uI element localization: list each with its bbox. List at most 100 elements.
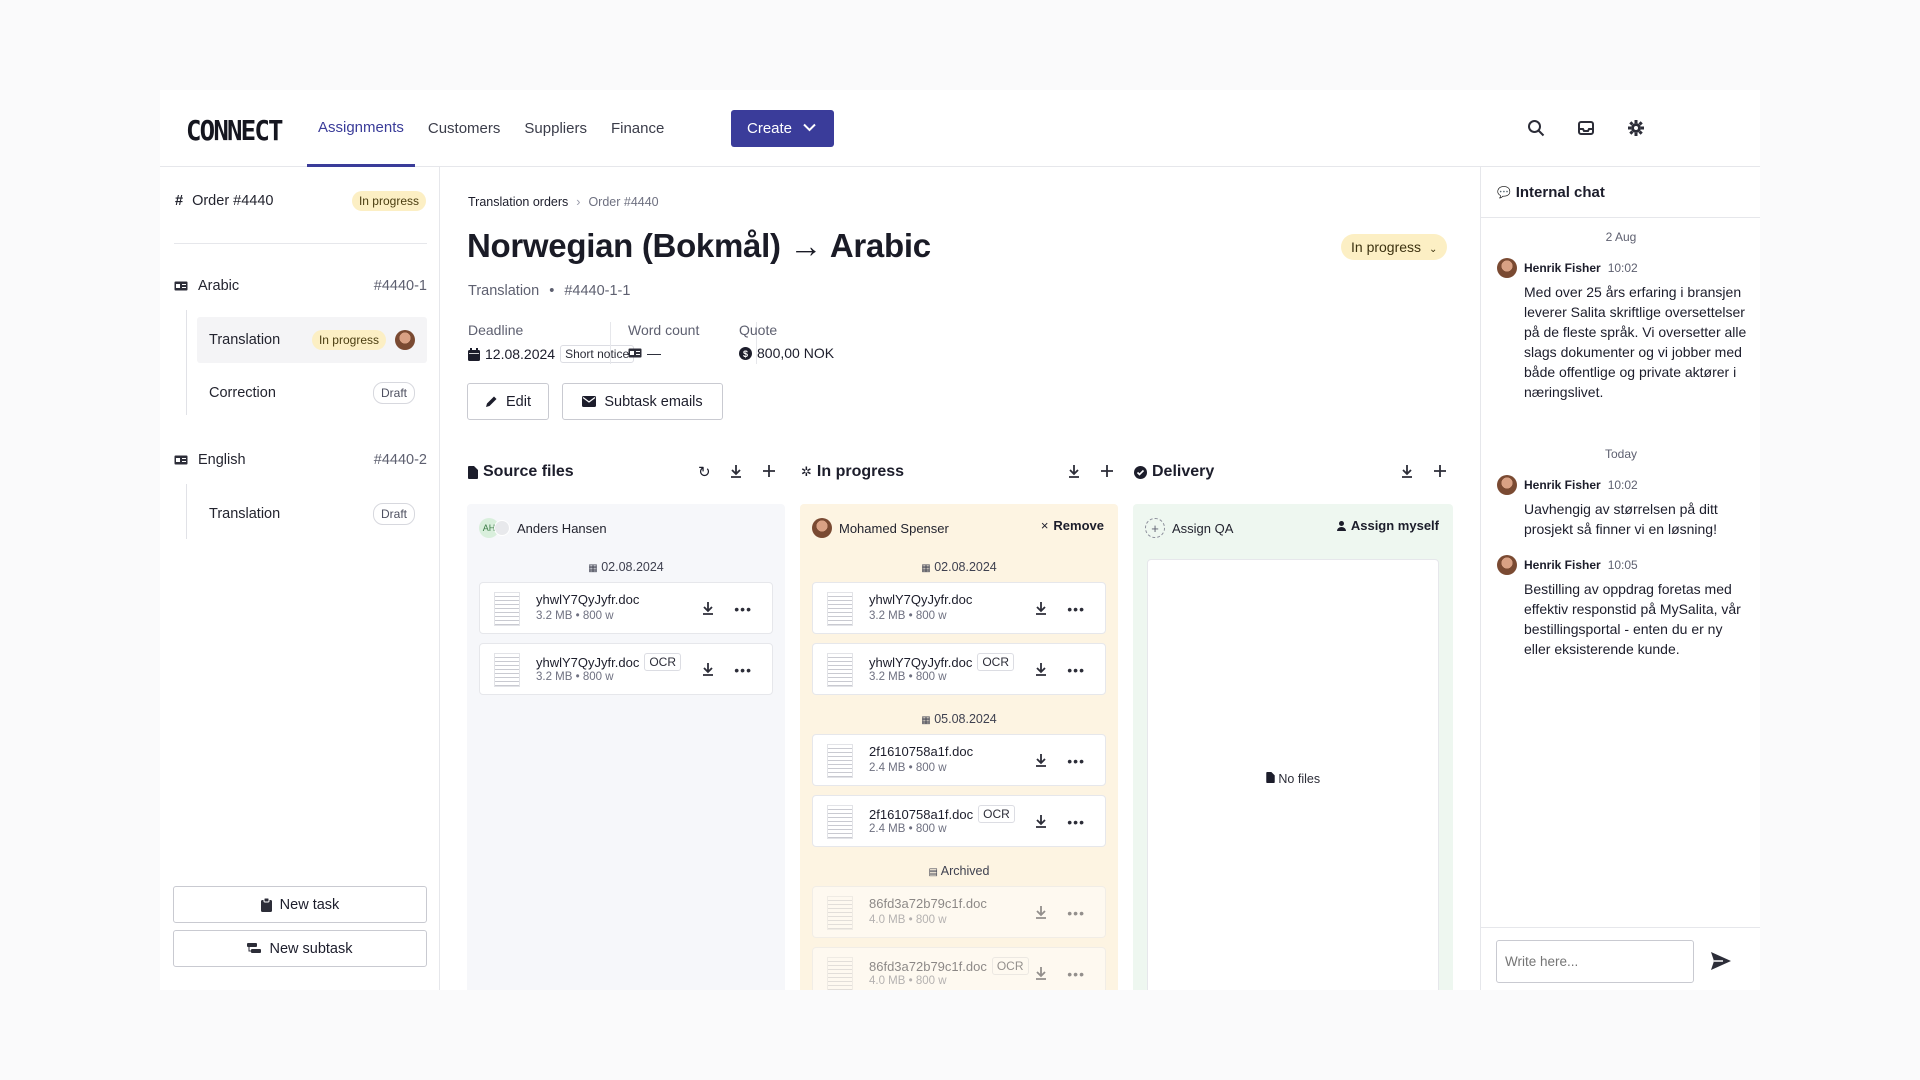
nav-assignments[interactable]: Assignments xyxy=(307,90,415,167)
file-name-text: yhwlY7QyJyfr.doc xyxy=(536,592,640,607)
sidebar-task-translation-active[interactable]: Translation In progress xyxy=(197,317,427,363)
file-name: 2f1610758a1f.doc OCR xyxy=(869,805,1015,823)
download-icon[interactable] xyxy=(1066,463,1082,479)
more-icon[interactable]: ••• xyxy=(734,662,752,678)
nav-finance[interactable]: Finance xyxy=(600,90,675,167)
task-status-badge: Draft xyxy=(372,503,415,525)
calendar-icon: ▦ xyxy=(921,563,931,574)
file-card[interactable]: yhwlY7QyJyfr.doc OCR 3.2 MB • 800 w ••• xyxy=(479,643,773,695)
plus-icon[interactable] xyxy=(761,463,777,479)
new-task-label: New task xyxy=(279,896,340,913)
more-icon[interactable]: ••• xyxy=(1067,601,1085,617)
file-card[interactable]: yhwlY7QyJyfr.doc 3.2 MB • 800 w ••• xyxy=(479,582,773,634)
inbox-icon[interactable] xyxy=(1577,119,1595,137)
plus-icon[interactable] xyxy=(1099,463,1115,479)
task-id: #4440-1-1 xyxy=(564,283,631,299)
gear-icon: ✲ xyxy=(801,464,812,479)
archive-icon: ▤ xyxy=(928,867,938,878)
divider xyxy=(610,322,611,364)
svg-text:$: $ xyxy=(743,349,748,359)
gear-icon[interactable] xyxy=(1627,119,1645,137)
more-icon[interactable]: ••• xyxy=(1067,814,1085,830)
edit-button[interactable]: Edit xyxy=(467,383,549,420)
file-card-archived[interactable]: 86fd3a72b79c1f.doc OCR 4.0 MB • 800 w ••• xyxy=(812,947,1106,990)
file-card[interactable]: 2f1610758a1f.doc 2.4 MB • 800 w ••• xyxy=(812,734,1106,786)
chat-bubbles-icon: 💬 xyxy=(1497,186,1511,199)
plus-icon[interactable] xyxy=(1432,463,1448,479)
quote-label: Quote xyxy=(739,322,778,338)
new-subtask-button[interactable]: New subtask xyxy=(173,930,427,967)
subtask-icon xyxy=(247,942,262,953)
order-status-badge: In progress xyxy=(351,191,426,211)
chat-message: Henrik Fisher 10:02 Uavhengig av størrels… xyxy=(1497,475,1747,539)
source-assignee[interactable]: AH Anders Hansen xyxy=(479,518,607,538)
message-author: Henrik Fisher xyxy=(1524,478,1601,492)
file-card[interactable]: 2f1610758a1f.doc OCR 2.4 MB • 800 w ••• xyxy=(812,795,1106,847)
sidebar-task-correction[interactable]: Correction Draft xyxy=(197,373,427,413)
chevron-right-icon: › xyxy=(576,195,581,209)
subtask-emails-button[interactable]: Subtask emails xyxy=(562,383,723,420)
chat-input[interactable] xyxy=(1496,940,1694,983)
nav-customers[interactable]: Customers xyxy=(417,90,512,167)
main-panel: Translation orders › Order #4440 Norwegian… xyxy=(441,167,1479,990)
task-status-badge: Draft xyxy=(372,382,415,404)
word-count-value: — xyxy=(628,345,661,361)
more-icon[interactable]: ••• xyxy=(1067,966,1085,982)
sidebar-task-translation[interactable]: Translation Draft xyxy=(197,494,427,534)
download-icon[interactable] xyxy=(700,661,716,677)
archived-label: ▤ Archived xyxy=(800,864,1118,878)
dollar-icon: $ xyxy=(739,346,752,360)
date-text: 05.08.2024 xyxy=(934,712,997,726)
assign-myself-button[interactable]: Assign myself xyxy=(1336,518,1439,533)
remove-button[interactable]: × Remove xyxy=(1041,518,1104,533)
progress-assignee[interactable]: Mohamed Spenser xyxy=(812,518,949,538)
download-icon[interactable] xyxy=(1399,463,1415,479)
nav-suppliers[interactable]: Suppliers xyxy=(513,90,598,167)
download-icon[interactable] xyxy=(1033,752,1049,768)
subtask-emails-label: Subtask emails xyxy=(604,393,703,410)
file-name-text: 2f1610758a1f.doc xyxy=(869,806,974,822)
sidebar-group-language: English xyxy=(198,452,246,468)
download-icon[interactable] xyxy=(1033,813,1049,829)
more-icon[interactable]: ••• xyxy=(1067,662,1085,678)
page-subtitle: Translation • #4440-1-1 xyxy=(468,283,630,299)
breadcrumb-link[interactable]: Translation orders xyxy=(468,195,568,209)
download-icon[interactable] xyxy=(700,600,716,616)
refresh-icon[interactable]: ↻ xyxy=(698,463,711,481)
search-icon[interactable] xyxy=(1527,119,1545,137)
sidebar-group-english[interactable]: English #4440-2 xyxy=(174,440,427,480)
source-tools: ↻ xyxy=(698,463,777,481)
order-label: Order #4440 xyxy=(192,193,274,209)
sidebar-order[interactable]: # Order #4440 In progress xyxy=(174,181,427,221)
assignee-name: Mohamed Spenser xyxy=(839,520,949,536)
new-task-button[interactable]: New task xyxy=(173,886,427,923)
assign-qa-button[interactable]: + Assign QA xyxy=(1145,518,1233,538)
create-button[interactable]: Create xyxy=(731,110,834,147)
main-nav: Assignments Customers Suppliers Finance xyxy=(307,90,677,167)
file-name-text: yhwlY7QyJyfr.doc xyxy=(869,592,973,607)
message-author: Henrik Fisher xyxy=(1524,558,1601,572)
sidebar: # Order #4440 In progress Arabic #4440-1… xyxy=(160,167,440,990)
sidebar-group-arabic[interactable]: Arabic #4440-1 xyxy=(174,266,427,306)
file-card[interactable]: yhwlY7QyJyfr.doc OCR 3.2 MB • 800 w ••• xyxy=(812,643,1106,695)
download-icon[interactable] xyxy=(1033,965,1049,981)
download-icon[interactable] xyxy=(1033,904,1049,920)
file-card[interactable]: yhwlY7QyJyfr.doc 3.2 MB • 800 w ••• xyxy=(812,582,1106,634)
chevron-down-icon xyxy=(803,123,816,132)
send-icon[interactable] xyxy=(1711,952,1731,970)
file-meta: 3.2 MB • 800 w xyxy=(869,610,947,622)
status-dropdown[interactable]: In progress ⌄ xyxy=(1341,234,1448,260)
chat-footer xyxy=(1481,927,1760,990)
download-icon[interactable] xyxy=(728,463,744,479)
more-icon[interactable]: ••• xyxy=(734,601,752,617)
chat-message: Henrik Fisher 10:05 Bestilling av oppdrag… xyxy=(1497,555,1747,659)
avatar xyxy=(1497,258,1517,278)
delivery-dropzone[interactable]: No files xyxy=(1147,559,1439,990)
file-card-archived[interactable]: 86fd3a72b79c1f.doc 4.0 MB • 800 w ••• xyxy=(812,886,1106,938)
more-icon[interactable]: ••• xyxy=(1067,905,1085,921)
download-icon[interactable] xyxy=(1033,600,1049,616)
language-icon xyxy=(174,455,188,465)
calendar-icon: ▦ xyxy=(588,563,598,574)
more-icon[interactable]: ••• xyxy=(1067,753,1085,769)
download-icon[interactable] xyxy=(1033,661,1049,677)
